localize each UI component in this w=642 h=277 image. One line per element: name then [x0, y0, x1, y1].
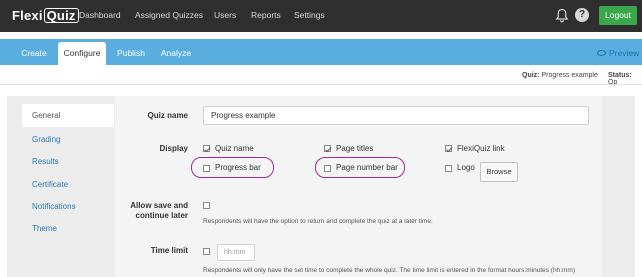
time-limit-help-text: Respondents will only have the set time …	[203, 267, 575, 274]
logout-button[interactable]: Logout	[599, 6, 637, 25]
sidebar-item-grading[interactable]: Grading	[22, 128, 114, 151]
progress-bar-option-label: Progress bar	[215, 163, 261, 172]
quiz-name-label: Quiz name	[147, 111, 188, 120]
quiz-name-checkbox[interactable]	[203, 145, 210, 152]
nav-dashboard[interactable]: Dashboard	[79, 10, 121, 20]
preview-link[interactable]: Preview	[597, 48, 639, 58]
sidebar-item-results[interactable]: Results	[22, 150, 114, 173]
quiz-status-info: Quiz: Progress example	[522, 72, 598, 79]
nav-reports[interactable]: Reports	[251, 10, 281, 20]
page-titles-option-label: Page titles	[336, 144, 374, 153]
flexiquiz-logo[interactable]: Flexi Quiz	[12, 8, 79, 23]
eye-icon	[597, 50, 606, 56]
quiz-name-value: Progress example	[541, 72, 598, 79]
preview-label: Preview	[609, 48, 640, 58]
time-limit-input[interactable]: hh:mm	[217, 244, 255, 261]
time-limit-label: Time limit	[150, 246, 188, 255]
page-number-bar-checkbox[interactable]	[324, 165, 331, 172]
logo-text-boxed: Quiz	[43, 8, 79, 23]
page-titles-checkbox[interactable]	[324, 145, 331, 152]
flexiquiz-link-option-label: FlexiQuiz link	[457, 144, 505, 153]
sidebar-item-notifications[interactable]: Notifications	[22, 195, 114, 218]
status-label: Status:	[608, 72, 632, 79]
tab-analyze[interactable]: Analyze	[156, 39, 196, 65]
sidebar-item-general[interactable]: General	[22, 104, 114, 127]
quiz-name-option-label: Quiz name	[215, 144, 254, 153]
page-number-bar-option-label: Page number bar	[336, 163, 398, 172]
allow-save-checkbox[interactable]	[203, 202, 210, 209]
allow-save-help-text: Respondents will have the option to retu…	[203, 218, 433, 225]
top-navbar: Flexi Quiz Dashboard Assigned Quizzes Use…	[0, 0, 642, 32]
help-icon[interactable]: ?	[575, 8, 589, 22]
quiz-label: Quiz:	[522, 72, 540, 79]
flexiquiz-link-checkbox[interactable]	[445, 145, 452, 152]
logo-text: Flexi	[12, 8, 43, 23]
allow-save-label-line2: continue later	[135, 211, 188, 220]
sidebar-item-theme[interactable]: Theme	[22, 217, 114, 240]
sidebar-item-certificate[interactable]: Certificate	[22, 173, 114, 196]
divider	[0, 84, 642, 85]
nav-users[interactable]: Users	[214, 10, 236, 20]
display-label: Display	[159, 144, 188, 153]
browse-button[interactable]: Browse	[480, 162, 518, 182]
logo-checkbox[interactable]	[445, 165, 452, 172]
allow-save-label-line1: Allow save and	[130, 201, 188, 210]
nav-assigned-quizzes[interactable]: Assigned Quizzes	[135, 10, 203, 20]
tab-create[interactable]: Create	[14, 39, 54, 65]
tab-bar: Create Configure Publish Analyze Preview	[0, 39, 642, 66]
progress-bar-checkbox[interactable]	[203, 165, 210, 172]
bell-icon[interactable]	[555, 8, 569, 23]
tab-configure[interactable]: Configure	[58, 42, 106, 66]
nav-settings[interactable]: Settings	[294, 10, 325, 20]
logo-option-label: Logo	[457, 163, 475, 172]
tab-publish[interactable]: Publish	[112, 39, 150, 65]
quiz-name-input[interactable]: Progress example	[203, 106, 589, 125]
time-limit-checkbox[interactable]	[203, 248, 210, 255]
